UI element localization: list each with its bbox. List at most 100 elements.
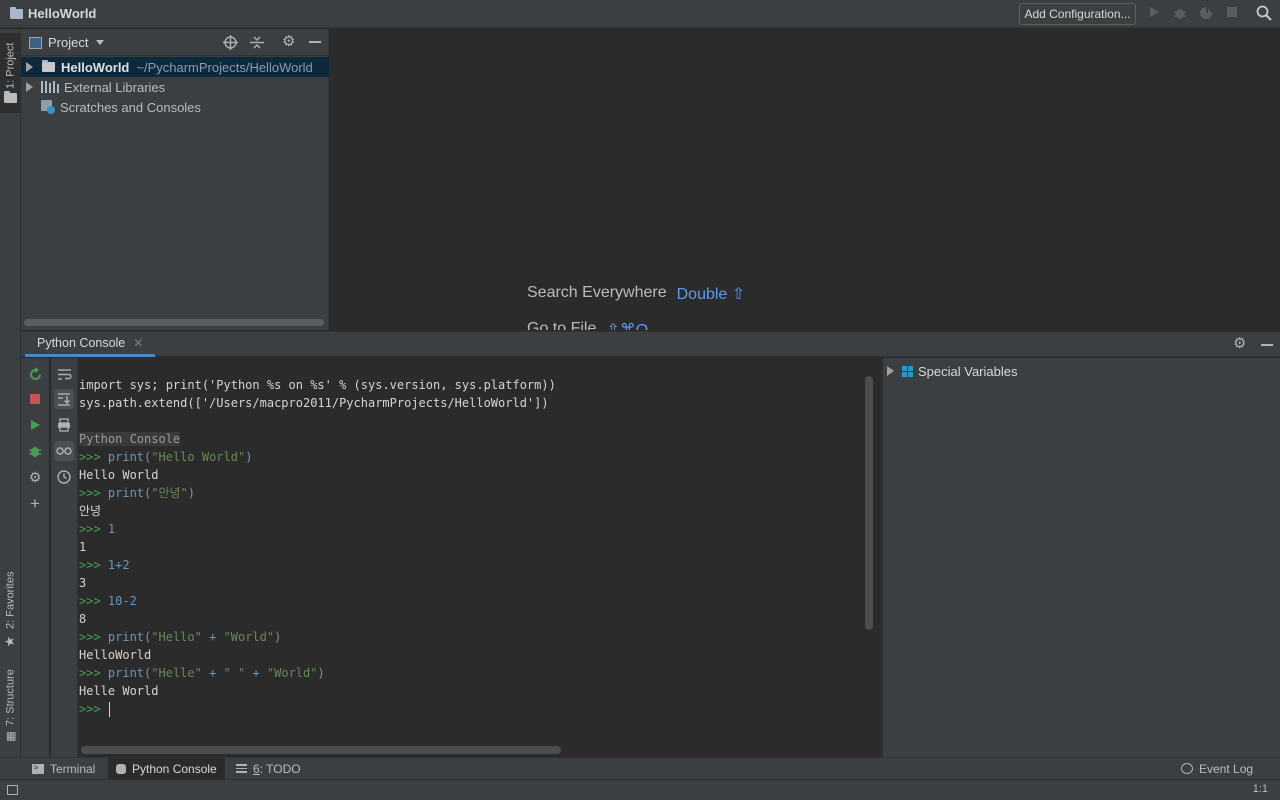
run-icon[interactable] [1146, 6, 1162, 22]
close-icon[interactable]: ✕ [133, 336, 143, 350]
project-name: HelloWorld [28, 6, 97, 21]
console-command-line: >>> print("Hello World") [79, 448, 252, 466]
tree-item-external-libraries[interactable]: External Libraries [21, 77, 329, 97]
left-tool-stripe: 1: Project ★ 2: Favorites ▦ 7: Structure [0, 29, 21, 757]
tree-item-helloworld[interactable]: HelloWorld ~/PycharmProjects/HelloWorld [21, 57, 329, 77]
debug-icon[interactable] [25, 441, 45, 461]
run-icon[interactable] [25, 415, 45, 435]
code-token: "World" [266, 666, 318, 680]
expand-arrow-icon[interactable] [887, 366, 894, 376]
console-action-toolbar: ⚙ + [21, 358, 49, 757]
code-token: print( [107, 666, 152, 680]
project-view-selector[interactable]: Project [29, 35, 105, 50]
code-token: + [201, 630, 224, 644]
console-output-line: HelloWorld [79, 648, 152, 662]
console-output-line: 안녕 [79, 504, 102, 518]
project-tool-tab[interactable]: 1: Project [0, 33, 21, 113]
code-token: 1 [107, 522, 116, 536]
go-to-file-hint: Go to File ⇧⌘O [527, 320, 648, 330]
python-icon [116, 763, 126, 774]
minimize-icon[interactable] [1261, 344, 1273, 346]
breadcrumb[interactable]: HelloWorld [10, 6, 96, 21]
expand-arrow-icon[interactable] [26, 62, 33, 72]
folder-icon [10, 6, 23, 19]
rerun-icon[interactable] [25, 364, 45, 384]
console-input-line[interactable]: >>> [79, 700, 111, 718]
star-icon: ★ [3, 633, 18, 649]
folder-icon [4, 93, 17, 104]
console-command-line: >>> 1 [79, 520, 115, 538]
favorites-tool-tab[interactable]: ★ 2: Favorites [0, 569, 21, 651]
prompt-marker: >>> [79, 522, 108, 536]
code-token: print( [107, 486, 152, 500]
collapse-all-icon[interactable] [250, 35, 264, 53]
soft-wrap-icon[interactable] [54, 364, 74, 384]
stop-icon[interactable] [1224, 6, 1240, 22]
stop-icon[interactable] [25, 389, 45, 409]
horizontal-scrollbar[interactable] [79, 744, 861, 757]
gear-icon[interactable]: ⚙ [282, 34, 295, 49]
scroll-to-end-icon[interactable] [54, 389, 74, 409]
tab-python-console-bottom[interactable]: Python Console [108, 758, 225, 779]
tree-item-scratches[interactable]: Scratches and Consoles [21, 97, 329, 117]
console-output[interactable]: import sys; print('Python %s on %s' % (s… [79, 358, 861, 744]
debug-icon[interactable] [1172, 6, 1188, 22]
list-icon [236, 764, 247, 773]
chevron-down-icon [96, 40, 105, 45]
prompt-marker: >>> [79, 486, 108, 500]
bottom-tool-stripe: > Terminal Python Console 6: TODO Event … [0, 757, 1280, 779]
event-log-button[interactable]: Event Log [1173, 758, 1261, 779]
search-everywhere-hint: Search Everywhere Double ⇧ [527, 284, 746, 303]
settings-icon[interactable]: ⚙ [25, 467, 45, 487]
console-command-line: >>> print("Hello" + "World") [79, 628, 281, 646]
horizontal-scrollbar[interactable] [24, 319, 324, 326]
navigation-bar: HelloWorld Add Configuration... [0, 0, 1280, 28]
console-output-line: Hello World [79, 468, 159, 482]
coverage-icon[interactable] [1198, 6, 1214, 22]
scrollbar-thumb[interactable] [81, 746, 561, 754]
text-caret [108, 702, 111, 717]
status-bar: 1:1 [0, 779, 1280, 800]
console-banner: Python Console [79, 430, 181, 448]
code-token: " " [223, 666, 246, 680]
folder-icon [42, 60, 55, 72]
variables-group-icon [902, 365, 913, 377]
prompt-marker: >>> [79, 450, 108, 464]
code-token: print( [107, 450, 152, 464]
project-view-icon [29, 36, 42, 49]
prompt-marker: >>> [79, 702, 108, 716]
code-token: "Hello World" [151, 450, 246, 464]
library-icon [41, 81, 59, 93]
add-configuration-button[interactable]: Add Configuration... [1019, 3, 1136, 25]
tab-todo[interactable]: 6: TODO [228, 758, 309, 779]
console-output-line: 3 [79, 576, 87, 590]
expand-arrow-icon[interactable] [26, 82, 33, 92]
history-icon[interactable] [54, 467, 74, 487]
variables-panel: Special Variables [883, 358, 1280, 757]
show-variables-icon[interactable] [54, 441, 74, 461]
minimize-icon[interactable] [309, 41, 321, 43]
console-tool-window-header: Python Console ✕ ⚙ [21, 331, 1280, 357]
structure-tool-tab[interactable]: ▦ 7: Structure [0, 665, 21, 747]
code-token: + [245, 666, 267, 680]
console-banner-text: Python Console [79, 432, 181, 446]
scrollbar-thumb[interactable] [865, 376, 873, 630]
project-panel-header: Project ⚙ [21, 29, 329, 56]
search-icon[interactable] [1256, 5, 1272, 21]
tab-python-console[interactable]: Python Console ✕ [25, 332, 156, 357]
print-icon[interactable] [54, 415, 74, 435]
speech-bubble-icon [1181, 763, 1193, 774]
gear-icon[interactable]: ⚙ [1233, 336, 1246, 351]
code-token: "Hello" [151, 630, 202, 644]
caret-position[interactable]: 1:1 [1253, 783, 1268, 795]
console-command-line: >>> 10-2 [79, 592, 137, 610]
tab-terminal[interactable]: > Terminal [24, 758, 103, 779]
code-token: "World" [223, 630, 275, 644]
locate-file-icon[interactable] [223, 35, 238, 53]
toggle-tool-windows-icon[interactable] [7, 785, 18, 795]
code-token: "Helle" [151, 666, 202, 680]
special-variables-node[interactable]: Special Variables [883, 361, 1017, 381]
vertical-scrollbar[interactable] [862, 358, 882, 757]
console-output-line: import sys; print('Python %s on %s' % (s… [79, 378, 556, 392]
add-icon[interactable]: + [25, 493, 45, 513]
